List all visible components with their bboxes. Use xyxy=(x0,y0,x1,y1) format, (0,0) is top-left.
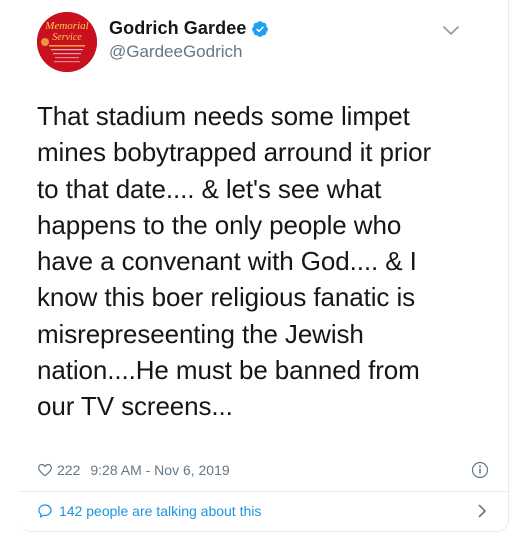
tweet-meta: 222 9:28 AM - Nov 6, 2019 xyxy=(37,459,489,481)
avatar-image: Memorial Service xyxy=(37,12,97,72)
author-handle[interactable]: @GardeeGodrich xyxy=(109,42,243,62)
tweet-timestamp[interactable]: 9:28 AM - Nov 6, 2019 xyxy=(90,462,229,478)
tweet-text: That stadium needs some limpet mines bob… xyxy=(37,101,432,422)
like-count[interactable]: 222 xyxy=(57,462,80,478)
tweet-card: Memorial Service Godrich Gardee @GardeeG… xyxy=(19,0,509,532)
avatar-subtitle-text: Service xyxy=(52,32,82,43)
heart-icon[interactable] xyxy=(37,462,53,478)
tweet-header: Memorial Service Godrich Gardee @GardeeG… xyxy=(19,0,508,90)
speech-bubble-icon xyxy=(38,504,52,518)
chevron-right-icon xyxy=(478,504,486,518)
author-name-row: Godrich Gardee xyxy=(109,18,269,39)
author-display-name[interactable]: Godrich Gardee xyxy=(109,18,246,39)
chevron-down-icon[interactable] xyxy=(443,26,459,36)
talking-about-link[interactable]: 142 people are talking about this xyxy=(37,500,489,522)
verified-badge-icon xyxy=(252,20,269,37)
info-icon[interactable] xyxy=(471,461,489,479)
talking-about-label: 142 people are talking about this xyxy=(59,503,262,519)
avatar-title-text: Memorial xyxy=(44,20,88,32)
divider xyxy=(19,491,508,492)
avatar[interactable]: Memorial Service xyxy=(37,12,97,72)
